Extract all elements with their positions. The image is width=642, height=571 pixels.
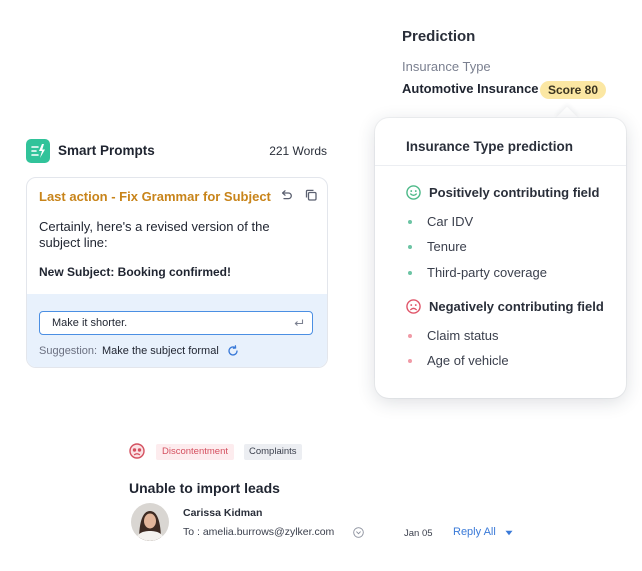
last-action-label: Last action - Fix Grammar for Subject [39,189,271,204]
negative-item: Claim status [408,328,499,343]
sender-photo [131,503,169,541]
smart-prompts-title: Smart Prompts [58,143,155,158]
smart-prompts-card: Last action - Fix Grammar for Subject Ce… [26,177,328,368]
sentiment-tag[interactable]: Discontentment [156,444,235,460]
prediction-popover: Insurance Type prediction Positively con… [375,118,626,398]
positive-item: Tenure [408,239,467,254]
popover-title: Insurance Type prediction [406,139,574,154]
prediction-title: Prediction [402,28,476,45]
expand-recipients-icon[interactable] [353,527,364,538]
smart-prompts-logo [26,139,50,163]
prompt-input[interactable] [39,311,313,335]
negative-item: Age of vehicle [408,353,509,368]
email-subject: Unable to import leads [129,480,280,496]
refresh-icon[interactable] [227,345,239,357]
enter-icon[interactable] [293,318,304,328]
suggestion-label: Suggestion: [39,345,98,357]
email-date: Jan 05 [404,528,433,539]
positive-group-heading: Positively contributing field [406,185,599,200]
negative-group-heading: Negatively contributing field [406,299,604,314]
positive-group-title: Positively contributing field [429,185,600,200]
undo-icon[interactable] [279,188,293,202]
reply-all-button[interactable]: Reply All [453,526,496,538]
insurance-type-label: Insurance Type [402,59,491,74]
positive-item: Third-party coverage [408,265,547,280]
recipient-line: To : amelia.burrows@zylker.com [183,526,335,538]
sender-name: Carissa Kidman [183,507,263,519]
smile-face-icon [406,185,421,200]
insurance-type-value: Automotive Insurance [402,81,539,96]
category-tag[interactable]: Complaints [244,444,302,460]
word-count: 221 Words [269,144,327,158]
new-subject-text: New Subject: Booking confirmed! [39,265,232,279]
avatar [131,503,169,541]
prompt-input-area: Suggestion: Make the subject formal [27,294,327,367]
popover-header: Insurance Type prediction [375,118,626,166]
score-badge[interactable]: Score 80 [540,81,607,99]
positive-item: Car IDV [408,214,473,229]
prompt-response: Certainly, here's a revised version of t… [39,219,270,250]
chevron-down-icon[interactable] [505,530,513,536]
frown-face-icon [406,299,421,314]
copy-icon[interactable] [304,188,318,202]
suggestion-value[interactable]: Make the subject formal [102,345,219,357]
sad-face-icon [129,443,145,459]
negative-group-title: Negatively contributing field [429,299,604,314]
lightning-icon [31,144,45,158]
